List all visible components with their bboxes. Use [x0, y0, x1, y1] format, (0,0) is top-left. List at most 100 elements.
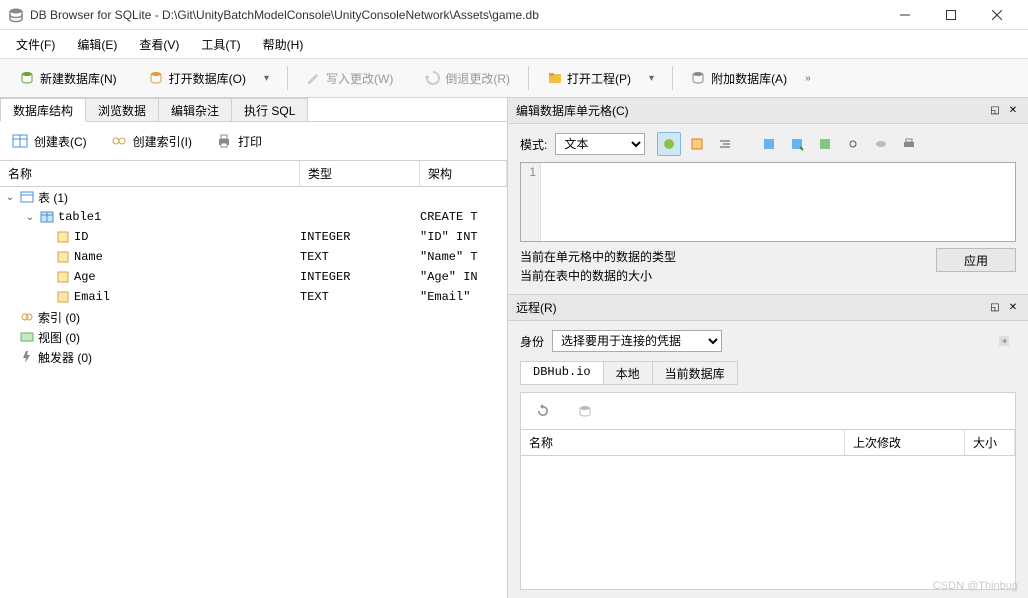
tree-node-views[interactable]: 视图 (0) [0, 327, 507, 347]
menu-file[interactable]: 文件(F) [6, 32, 65, 57]
mode-select[interactable]: 文本 [555, 133, 645, 155]
structure-toolbar: 创建表(C) 创建索引(I) 打印 [0, 122, 507, 160]
text-icon[interactable] [685, 132, 709, 156]
menu-edit[interactable]: 编辑(E) [67, 32, 127, 57]
revert-changes-button[interactable]: 倒退更改(R) [417, 66, 518, 91]
main-toolbar: 新建数据库(N) 打开数据库(O) ▾ 写入更改(W) 倒退更改(R) 打开工程… [0, 58, 1028, 98]
line-number: 1 [529, 165, 536, 179]
remote-panel: 远程(R) ◱ ✕ 身份 选择要用于连接的凭据 DBHub.io 本地 当前数据… [508, 294, 1028, 598]
null-icon[interactable] [813, 132, 837, 156]
cell-edit-panel: 模式: 文本 1 [508, 124, 1028, 294]
tree-node-triggers[interactable]: 触发器 (0) [0, 347, 507, 367]
open-database-button[interactable]: 打开数据库(O) ▾ [141, 66, 277, 91]
cell-icon-toolbar [657, 132, 921, 156]
create-index-button[interactable]: 创建索引(I) [111, 133, 192, 150]
tree-node-tables[interactable]: ⌄表 (1) [0, 187, 507, 207]
table-schema: CREATE T [420, 210, 507, 224]
tree-header-name[interactable]: 名称 [0, 161, 300, 186]
column-icon [56, 290, 70, 304]
expand-toggle[interactable]: ⌄ [24, 212, 36, 223]
column-name: ID [74, 230, 88, 244]
write-changes-button[interactable]: 写入更改(W) [298, 66, 401, 91]
remote-header-name[interactable]: 名称 [521, 430, 845, 455]
editor-text[interactable] [541, 163, 1015, 241]
close-button[interactable] [974, 0, 1020, 30]
menu-help[interactable]: 帮助(H) [253, 32, 314, 57]
print-button[interactable]: 打印 [216, 133, 262, 150]
column-schema: "ID" INT [420, 230, 507, 244]
tree-header-schema[interactable]: 架构 [420, 161, 507, 186]
tree-node-column[interactable]: ID INTEGER"ID" INT [0, 227, 507, 247]
project-icon [547, 70, 563, 86]
cell-editor[interactable]: 1 [520, 162, 1016, 242]
indent-icon[interactable] [713, 132, 737, 156]
create-index-icon [111, 133, 127, 149]
column-schema: "Email" [420, 290, 507, 304]
refresh-icon[interactable] [531, 399, 555, 423]
column-type: INTEGER [300, 230, 420, 244]
tab-structure[interactable]: 数据库结构 [0, 98, 86, 122]
table-icon [40, 210, 54, 224]
column-type: TEXT [300, 290, 420, 304]
identity-go-icon[interactable] [992, 329, 1016, 353]
print-label: 打印 [238, 133, 262, 150]
expand-toggle[interactable]: ⌄ [4, 192, 16, 203]
remote-tab-current[interactable]: 当前数据库 [652, 361, 738, 385]
print-icon [216, 133, 232, 149]
attach-database-button[interactable]: 附加数据库(A) » [683, 66, 819, 91]
mode-row: 模式: 文本 [520, 132, 1016, 156]
clear-icon[interactable] [869, 132, 893, 156]
panel-undock-button[interactable]: ◱ [988, 104, 1002, 118]
maximize-button[interactable] [928, 0, 974, 30]
panel-undock-button[interactable]: ◱ [988, 301, 1002, 315]
open-project-label: 打开工程(P) [567, 70, 631, 87]
tab-sql[interactable]: 执行 SQL [231, 98, 308, 122]
print-cell-icon[interactable] [897, 132, 921, 156]
identity-select[interactable]: 选择要用于连接的凭据 [552, 330, 722, 352]
apply-button[interactable]: 应用 [936, 248, 1016, 272]
watermark: CSDN @Thinbug [933, 580, 1018, 592]
remote-db-icon[interactable] [573, 399, 597, 423]
toolbar-separator [528, 66, 529, 90]
cell-info-text: 当前在单元格中的数据的类型 当前在表中的数据的大小 [520, 248, 936, 286]
open-project-button[interactable]: 打开工程(P) ▾ [539, 66, 662, 91]
trigger-group-icon [20, 350, 34, 364]
tree-node-column[interactable]: Name TEXT"Name" T [0, 247, 507, 267]
remote-tab-dbhub[interactable]: DBHub.io [520, 361, 604, 385]
tree-node-indexes[interactable]: 索引 (0) [0, 307, 507, 327]
tree-header-type[interactable]: 类型 [300, 161, 420, 186]
editor-gutter: 1 [521, 163, 541, 241]
remote-body: 身份 选择要用于连接的凭据 DBHub.io 本地 当前数据库 [508, 321, 1028, 598]
revert-changes-label: 倒退更改(R) [445, 70, 510, 87]
remote-table-header: 名称 上次修改 大小 [521, 429, 1015, 456]
tab-browse[interactable]: 浏览数据 [85, 98, 159, 122]
minimize-button[interactable] [882, 0, 928, 30]
column-name: Email [74, 290, 110, 304]
tree-node-column[interactable]: Age INTEGER"Age" IN [0, 267, 507, 287]
import-icon[interactable] [757, 132, 781, 156]
tree-node-table1[interactable]: ⌄table1 CREATE T [0, 207, 507, 227]
menu-tools[interactable]: 工具(T) [191, 32, 250, 57]
window-title: DB Browser for SQLite - D:\Git\UnityBatc… [30, 8, 882, 22]
remote-toolbar [521, 393, 1015, 429]
views-label: 视图 (0) [38, 329, 80, 346]
link-icon[interactable] [841, 132, 865, 156]
menu-view[interactable]: 查看(V) [129, 32, 189, 57]
remote-tab-local[interactable]: 本地 [603, 361, 653, 385]
remote-header-modified[interactable]: 上次修改 [845, 430, 965, 455]
export-icon[interactable] [785, 132, 809, 156]
create-table-button[interactable]: 创建表(C) [12, 133, 87, 150]
tree-node-column[interactable]: Email TEXT"Email" [0, 287, 507, 307]
column-name: Age [74, 270, 96, 284]
tab-pragmas[interactable]: 编辑杂注 [158, 98, 232, 122]
column-type: TEXT [300, 250, 420, 264]
column-type: INTEGER [300, 270, 420, 284]
panel-close-button[interactable]: ✕ [1006, 301, 1020, 315]
remote-header-size[interactable]: 大小 [965, 430, 1015, 455]
indexes-label: 索引 (0) [38, 309, 80, 326]
format-icon[interactable] [657, 132, 681, 156]
new-database-button[interactable]: 新建数据库(N) [12, 66, 125, 91]
remote-panel-header: 远程(R) ◱ ✕ [508, 295, 1028, 321]
panel-close-button[interactable]: ✕ [1006, 104, 1020, 118]
tree-body: ⌄表 (1) ⌄table1 CREATE T ID INTEGER"ID" I… [0, 187, 507, 367]
